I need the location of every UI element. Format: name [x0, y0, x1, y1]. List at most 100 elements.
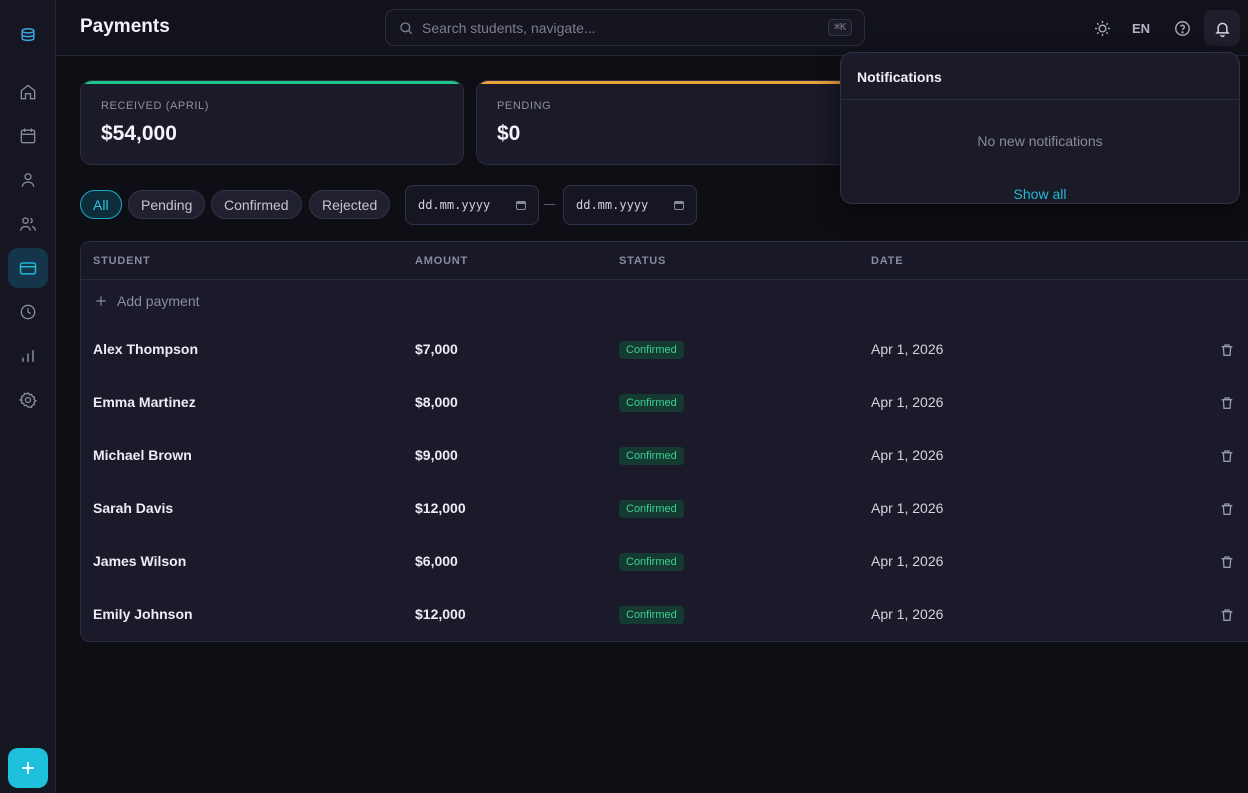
show-all-link[interactable]: Show all: [841, 186, 1239, 202]
payment-amount: $12,000: [415, 500, 466, 516]
trash-icon: [1221, 609, 1233, 621]
trash-icon: [1221, 397, 1233, 409]
pending-card: PENDING $0: [476, 80, 860, 165]
table-row[interactable]: Emily Johnson $12,000 Confirmed Apr 1, 2…: [81, 588, 1248, 641]
payment-date: Apr 1, 2026: [871, 500, 944, 516]
delete-button[interactable]: [1219, 554, 1235, 570]
status-badge: Confirmed: [619, 447, 684, 465]
user-icon: [21, 173, 35, 187]
date-to-input[interactable]: dd.mm.yyyy: [563, 185, 697, 225]
payment-amount: $8,000: [415, 394, 458, 410]
users-icon: [19, 217, 37, 231]
search-input[interactable]: [422, 19, 828, 36]
notifications-empty-text: No new notifications: [977, 133, 1103, 149]
sidebar-item-calendar[interactable]: [8, 116, 48, 156]
bell-icon: [1214, 22, 1230, 37]
delete-button[interactable]: [1219, 607, 1235, 623]
table-header: STUDENT AMOUNT STATUS DATE: [81, 242, 1248, 280]
divider: [841, 99, 1239, 100]
sidebar-item-settings[interactable]: [8, 380, 48, 420]
status-badge: Confirmed: [619, 394, 684, 412]
logo-icon[interactable]: [8, 15, 48, 55]
card-value: $54,000: [101, 122, 177, 145]
calendar-icon[interactable]: [516, 200, 526, 210]
payment-date: Apr 1, 2026: [871, 606, 944, 622]
sidebar-item-groups[interactable]: [8, 204, 48, 244]
sidebar-item-history[interactable]: [8, 292, 48, 332]
table-row[interactable]: Alex Thompson $7,000 Confirmed Apr 1, 20…: [81, 323, 1248, 376]
card-accent: [81, 81, 463, 84]
card-label: RECEIVED (APRIL): [101, 100, 210, 112]
payment-amount: $7,000: [415, 341, 458, 357]
payments-table: STUDENT AMOUNT STATUS DATE Add payment A…: [80, 241, 1248, 642]
plus-icon: [22, 762, 34, 774]
received-card: RECEIVED (APRIL) $54,000: [80, 80, 464, 165]
card-accent: [477, 81, 859, 84]
sidebar: [0, 0, 56, 793]
table-row[interactable]: Sarah Davis $12,000 Confirmed Apr 1, 202…: [81, 482, 1248, 535]
student-name: Sarah Davis: [93, 500, 174, 516]
notifications-title: Notifications: [857, 69, 942, 85]
search-box[interactable]: ⌘K: [385, 9, 865, 46]
calendar-icon[interactable]: [674, 200, 684, 210]
delete-button[interactable]: [1219, 501, 1235, 517]
payment-amount: $9,000: [415, 447, 458, 463]
payment-date: Apr 1, 2026: [871, 394, 944, 410]
student-name: Alex Thompson: [93, 341, 199, 357]
add-payment-button[interactable]: Add payment: [94, 293, 200, 309]
sidebar-item-reports[interactable]: [8, 336, 48, 376]
delete-button[interactable]: [1219, 342, 1235, 358]
trash-icon: [1221, 344, 1233, 356]
column-header-student[interactable]: STUDENT: [93, 255, 151, 267]
status-badge: Confirmed: [619, 500, 684, 518]
date-from-placeholder: dd.mm.yyyy: [418, 198, 491, 212]
column-header-date[interactable]: DATE: [871, 255, 903, 267]
date-range-separator: [544, 204, 555, 205]
trash-icon: [1221, 556, 1233, 568]
student-name: Emma Martinez: [93, 394, 196, 410]
delete-button[interactable]: [1219, 448, 1235, 464]
payment-amount: $6,000: [415, 553, 458, 569]
student-name: Emily Johnson: [93, 606, 193, 622]
header: Payments ⌘K EN: [56, 0, 1248, 56]
add-payment-label: Add payment: [117, 293, 200, 309]
add-button[interactable]: [8, 748, 48, 788]
table-row[interactable]: James Wilson $6,000 Confirmed Apr 1, 202…: [81, 535, 1248, 588]
payment-date: Apr 1, 2026: [871, 553, 944, 569]
card-value: $0: [497, 122, 521, 145]
calendar-icon: [20, 128, 36, 144]
sidebar-item-payments[interactable]: [8, 248, 48, 288]
notifications-button[interactable]: [1204, 10, 1240, 46]
trash-icon: [1221, 503, 1233, 515]
plus-icon: [96, 296, 106, 306]
sidebar-item-student[interactable]: [8, 160, 48, 200]
status-badge: Confirmed: [619, 553, 684, 571]
home-icon: [20, 84, 36, 100]
delete-button[interactable]: [1219, 395, 1235, 411]
date-from-input[interactable]: dd.mm.yyyy: [405, 185, 539, 225]
sun-icon: [1094, 20, 1110, 36]
column-header-status[interactable]: STATUS: [619, 255, 666, 267]
help-icon: [1174, 20, 1190, 36]
table-row[interactable]: Emma Martinez $8,000 Confirmed Apr 1, 20…: [81, 376, 1248, 429]
status-badge: Confirmed: [619, 341, 684, 359]
payment-date: Apr 1, 2026: [871, 341, 944, 357]
filter-chip-all[interactable]: All: [80, 190, 122, 219]
credit-card-icon: [19, 262, 37, 275]
table-row[interactable]: Michael Brown $9,000 Confirmed Apr 1, 20…: [81, 429, 1248, 482]
filter-chip-pending[interactable]: Pending: [128, 190, 206, 219]
filter-chip-confirmed[interactable]: Confirmed: [211, 190, 302, 219]
theme-toggle-button[interactable]: [1084, 10, 1120, 46]
student-name: Michael Brown: [93, 447, 192, 463]
date-to-placeholder: dd.mm.yyyy: [576, 198, 649, 212]
filter-chip-rejected[interactable]: Rejected: [309, 190, 391, 219]
student-name: James Wilson: [93, 553, 187, 569]
help-button[interactable]: [1164, 10, 1200, 46]
page-title: Payments: [80, 16, 170, 37]
status-badge: Confirmed: [619, 606, 684, 624]
sidebar-item-home[interactable]: [8, 72, 48, 112]
card-label: PENDING: [497, 100, 552, 112]
search-icon: [400, 21, 413, 34]
column-header-amount[interactable]: AMOUNT: [415, 255, 468, 267]
language-button[interactable]: EN: [1123, 10, 1159, 46]
